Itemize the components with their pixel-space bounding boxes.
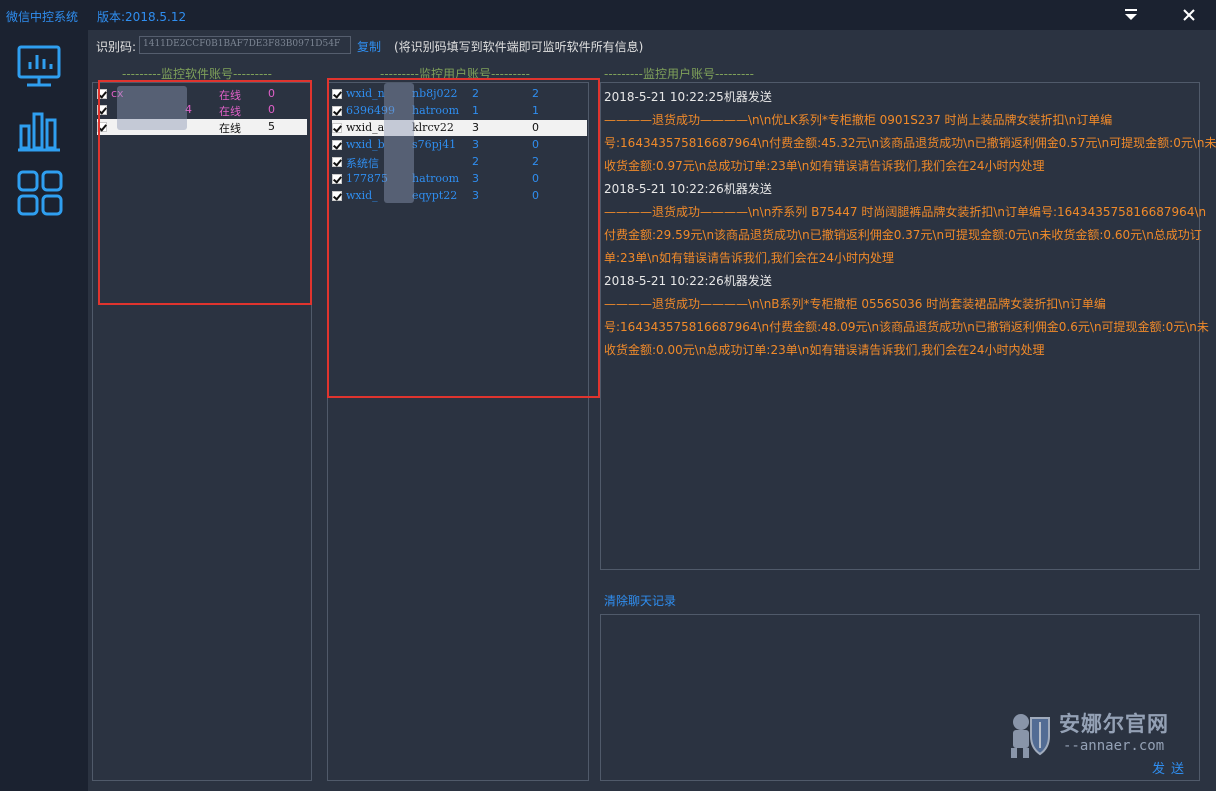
copy-button[interactable]: 复制 [357, 38, 381, 55]
chat-message-line: 付费金额:29.59元\n该商品退货成功\n已撤销返利佣金0.37元\n可提现金… [604, 228, 1202, 242]
chat-message-line: ————退货成功————\n\n乔系列 B75447 时尚阔腿裤品牌女装折扣\n… [604, 205, 1207, 219]
id-code-label: 识别码: [96, 40, 137, 54]
chat-message-line: ————退货成功————\n\n优LK系列*专柜撤柜 0901S237 时尚上装… [604, 113, 1113, 127]
app-title: 微信中控系统 [6, 10, 79, 24]
chat-title: ---------监控用户账号--------- [604, 67, 754, 81]
chat-message-line: 收货金额:0.00元\n总成功订单:23单\n如有错误请告诉我们,我们会在24小… [604, 343, 1045, 357]
grid-apps-icon[interactable] [14, 168, 66, 220]
highlight-box-software [98, 80, 312, 305]
chat-message-line: 收货金额:0.97元\n总成功订单:23单\n如有错误请告诉我们,我们会在24小… [604, 159, 1045, 173]
send-button[interactable]: 发送 [1152, 758, 1190, 777]
bar-chart-icon[interactable] [14, 106, 66, 158]
chat-message-line: 号:164343575816687964\n付费金额:48.09元\n该商品退货… [604, 320, 1209, 334]
clear-chat-button[interactable]: 清除聊天记录 [604, 592, 676, 609]
sidebar [0, 30, 88, 791]
id-code-bar: 识别码: 1411DE2CCF0B1BAF7DE3F83B0971D54F 复制… [96, 35, 796, 55]
chat-message-line: 号:164343575816687964\n付费金额:45.32元\n该商品退货… [604, 136, 1216, 150]
version-label: 版本:2018.5.12 [97, 10, 187, 24]
watermark-en: --annaer.com [1063, 738, 1165, 754]
chat-message-line: ————退货成功————\n\nB系列*专柜撤柜 0556S036 时尚套装裙品… [604, 297, 1106, 311]
chat-message-line: 单:23单\n如有错误请告诉我们,我们会在24小时内处理 [604, 251, 895, 265]
chat-log-panel[interactable]: 2018-5-21 10:22:25机器发送 ————退货成功————\n\n优… [600, 82, 1216, 570]
chat-timestamp: 2018-5-21 10:22:26机器发送 [604, 182, 772, 196]
monitor-chart-icon[interactable] [14, 42, 66, 94]
title-bar: 微信中控系统 版本:2018.5.12 [0, 0, 1216, 30]
chat-timestamp: 2018-5-21 10:22:25机器发送 [604, 90, 772, 104]
id-code-hint: (将识别码填写到软件端即可监听软件所有信息) [394, 40, 644, 54]
close-icon[interactable] [1180, 6, 1198, 24]
watermark-cn: 安娜尔官网 [1059, 712, 1169, 736]
highlight-box-users [327, 78, 600, 398]
site-watermark: 安娜尔官网 --annaer.com [1003, 708, 1175, 764]
chat-timestamp: 2018-5-21 10:22:26机器发送 [604, 274, 772, 288]
menu-dropdown-icon[interactable] [1122, 7, 1140, 23]
robot-shield-logo-icon [1011, 714, 1050, 758]
id-code-field[interactable]: 1411DE2CCF0B1BAF7DE3F83B0971D54F [139, 36, 351, 54]
